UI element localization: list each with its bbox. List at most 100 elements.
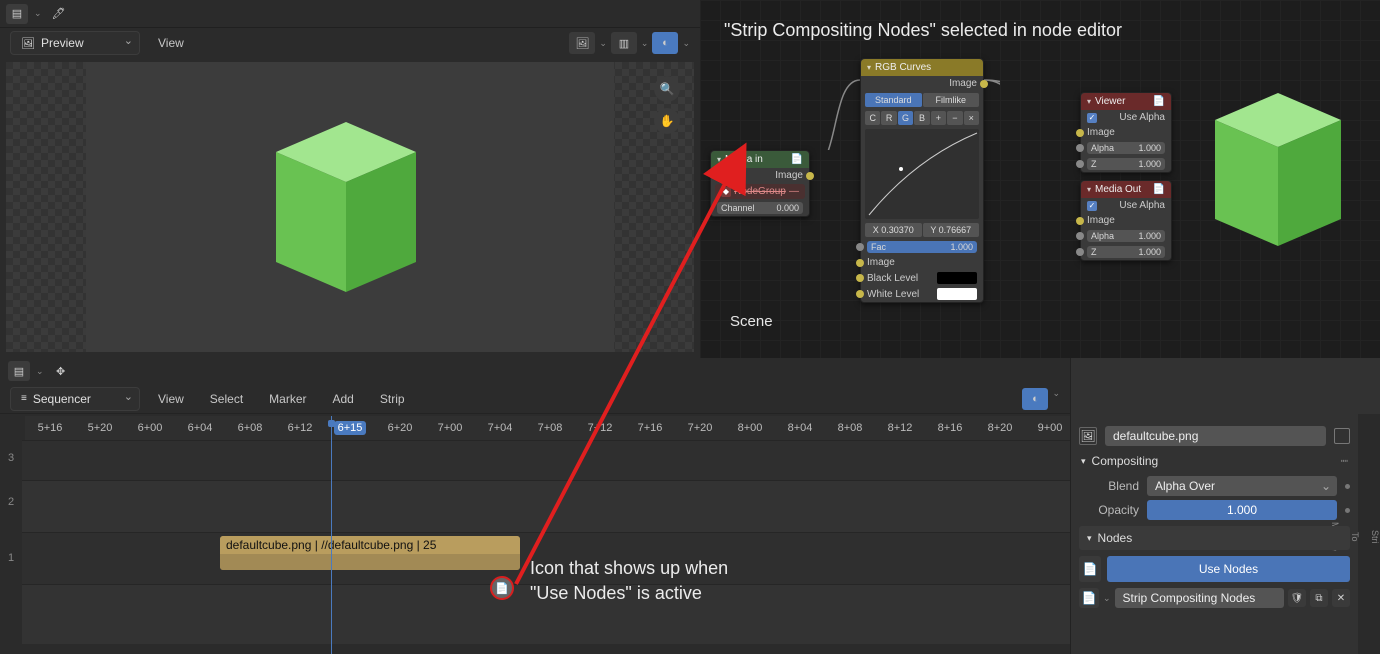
strip-name-input[interactable]: defaultcube.png xyxy=(1105,426,1326,446)
blend-dropdown[interactable]: Alpha Over xyxy=(1147,476,1337,496)
in-alpha[interactable]: Alpha1.000 xyxy=(1081,228,1171,244)
channel-field[interactable]: Channel0.000 xyxy=(711,200,809,216)
ch-r[interactable]: R xyxy=(881,111,896,125)
editor-type-icon[interactable]: ▤ xyxy=(6,4,28,24)
socket-in[interactable] xyxy=(856,243,864,251)
fac-input[interactable]: Fac1.000 xyxy=(861,239,983,255)
socket-out-image[interactable] xyxy=(806,172,814,180)
node-viewer[interactable]: ▾Viewer📄 ✓Use Alpha Image Alpha1.000 Z1.… xyxy=(1080,92,1172,173)
node-header-media-out[interactable]: ▾Media Out📄 xyxy=(1081,181,1171,198)
node-rgb-curves[interactable]: ▾ RGB Curves Image Standard Filmlike C R… xyxy=(860,58,984,303)
socket-in[interactable] xyxy=(856,259,864,267)
socket-out[interactable] xyxy=(980,80,988,88)
eyedropper-icon[interactable]: 🖊 xyxy=(48,4,70,24)
nodetree-name-input[interactable]: Strip Compositing Nodes xyxy=(1115,588,1284,608)
socket-in[interactable] xyxy=(856,274,864,282)
image-type-icon: 🖼 xyxy=(1079,427,1097,445)
node-viewer-cube xyxy=(1188,65,1368,265)
node-preview-icon[interactable]: 📄 xyxy=(1153,96,1165,107)
node-media-in[interactable]: ▾ Media in 📄 Image ◆ NodeGroup — Channel… xyxy=(710,150,810,217)
node-header-rgb[interactable]: ▾ RGB Curves xyxy=(861,59,983,76)
anim-dot[interactable] xyxy=(1345,484,1350,489)
node-header-viewer[interactable]: ▾Viewer📄 xyxy=(1081,93,1171,110)
preview-mode-dropdown[interactable]: 🖼 Preview xyxy=(10,31,140,55)
node-media-out[interactable]: ▾Media Out📄 ✓Use Alpha Image Alpha1.000 … xyxy=(1080,180,1172,261)
playhead[interactable] xyxy=(331,416,332,654)
node-editor-pane[interactable]: "Strip Compositing Nodes" selected in no… xyxy=(700,0,1380,358)
chevron-down-icon[interactable]: ⌄ xyxy=(682,38,690,49)
chevron-down-icon[interactable]: ⌄ xyxy=(641,38,649,49)
gizmo-sphere-icon[interactable]: ◐ xyxy=(652,32,678,54)
shading-sphere-icon[interactable]: ◐ xyxy=(1022,388,1048,410)
in-z[interactable]: Z1.000 xyxy=(1081,156,1171,172)
nodegroup-field[interactable]: ◆ NodeGroup — xyxy=(715,184,805,199)
panel-compositing-header[interactable]: ▾Compositing ┉ xyxy=(1079,450,1350,472)
panel-nodes-header[interactable]: ▾Nodes xyxy=(1079,526,1350,550)
collapse-icon[interactable]: ▾ xyxy=(867,63,871,72)
black-level[interactable]: Black Level xyxy=(861,270,983,286)
editor-type-icon[interactable]: ▤ xyxy=(8,361,30,381)
editor-type-chevron-icon[interactable]: ⌄ xyxy=(34,8,42,19)
node-header-media-in[interactable]: ▾ Media in 📄 xyxy=(711,151,809,168)
use-alpha-check[interactable]: ✓Use Alpha xyxy=(1081,198,1171,213)
ch-c[interactable]: C xyxy=(865,111,880,125)
menu-marker[interactable]: Marker xyxy=(261,388,314,410)
nodetree-icon[interactable]: 📄 xyxy=(1079,588,1099,608)
menu-select[interactable]: Select xyxy=(202,388,251,410)
curve-tools-icon[interactable]: + xyxy=(931,111,946,125)
curve-widget[interactable] xyxy=(865,129,979,219)
curve-x[interactable]: X 0.30370 xyxy=(865,223,922,237)
use-alpha-check[interactable]: ✓Use Alpha xyxy=(1081,110,1171,125)
timeline-ruler[interactable]: 5+165+206+006+046+086+126+156+207+007+04… xyxy=(25,416,1070,440)
tab-filmlike[interactable]: Filmlike xyxy=(923,93,980,107)
preview-cube xyxy=(246,92,446,312)
unlink-icon[interactable]: ✕ xyxy=(1332,589,1350,607)
checkbox-icon[interactable]: ✓ xyxy=(1087,201,1097,211)
sequencer-mode-dropdown[interactable]: ≡ Sequencer xyxy=(10,387,140,411)
tab-standard[interactable]: Standard xyxy=(865,93,922,107)
overlay-toggle-icon[interactable]: ▥ xyxy=(611,32,637,54)
curve-tools-icon[interactable]: − xyxy=(947,111,962,125)
menu-view[interactable]: View xyxy=(150,388,192,410)
white-level[interactable]: White Level xyxy=(861,286,983,302)
pan-hand-icon[interactable]: ✋ xyxy=(654,108,680,134)
chevron-down-icon[interactable]: ⌄ xyxy=(1103,593,1111,604)
socket-in[interactable] xyxy=(856,290,864,298)
chevron-down-icon[interactable]: ⌄ xyxy=(1052,388,1060,410)
use-nodes-button[interactable]: Use Nodes xyxy=(1107,556,1350,582)
chevron-down-icon[interactable]: ⌄ xyxy=(599,38,607,49)
preview-viewport[interactable]: 🔍 ✋ xyxy=(6,62,694,352)
curve-tools-icon[interactable]: × xyxy=(964,111,979,125)
side-tabs[interactable]: Stri To Modifie Cach Prox xyxy=(1358,414,1380,654)
preview-menu-view[interactable]: View xyxy=(150,32,192,54)
move-cursor-icon[interactable]: ✥ xyxy=(50,361,72,381)
checkbox-icon[interactable]: ✓ xyxy=(1087,113,1097,123)
mute-toggle[interactable] xyxy=(1334,428,1350,444)
annotation-use-nodes: Icon that shows up when "Use Nodes" is a… xyxy=(530,556,728,606)
menu-strip[interactable]: Strip xyxy=(372,388,413,410)
curve-y[interactable]: Y 0.76667 xyxy=(923,223,980,237)
image-icon: 🖼 xyxy=(21,37,35,50)
ch-b[interactable]: B xyxy=(914,111,929,125)
channel-select[interactable]: C R G B + − × xyxy=(861,109,983,127)
in-alpha[interactable]: Alpha1.000 xyxy=(1081,140,1171,156)
display-mode-icon[interactable]: 🖼 xyxy=(569,32,595,54)
duplicate-icon[interactable]: ⧉ xyxy=(1310,589,1328,607)
zoom-icon[interactable]: 🔍 xyxy=(654,76,680,102)
in-z[interactable]: Z1.000 xyxy=(1081,244,1171,260)
timeline-tick: 8+00 xyxy=(725,422,775,434)
tab-strip[interactable]: Stri xyxy=(1370,530,1380,544)
curve-xy: X 0.30370 Y 0.76667 xyxy=(861,221,983,239)
anim-dot[interactable] xyxy=(1345,508,1350,513)
opacity-input[interactable]: 1.000 xyxy=(1147,500,1337,520)
collapse-icon[interactable]: ▾ xyxy=(717,155,721,164)
ch-g[interactable]: G xyxy=(898,111,913,125)
node-preview-icon[interactable]: 📄 xyxy=(791,154,803,165)
menu-add[interactable]: Add xyxy=(325,388,362,410)
shield-icon[interactable]: 🛡 xyxy=(1288,589,1306,607)
sequencer-strip[interactable]: defaultcube.png | //defaultcube.png | 25 xyxy=(220,536,520,570)
chevron-down-icon[interactable]: ⌄ xyxy=(36,366,44,377)
curve-mode-tabs[interactable]: Standard Filmlike xyxy=(861,91,983,109)
channels-area[interactable]: 3 2 1 defaultcube.png | //defaultcube.pn… xyxy=(0,440,1070,654)
node-preview-icon[interactable]: 📄 xyxy=(1153,184,1165,195)
